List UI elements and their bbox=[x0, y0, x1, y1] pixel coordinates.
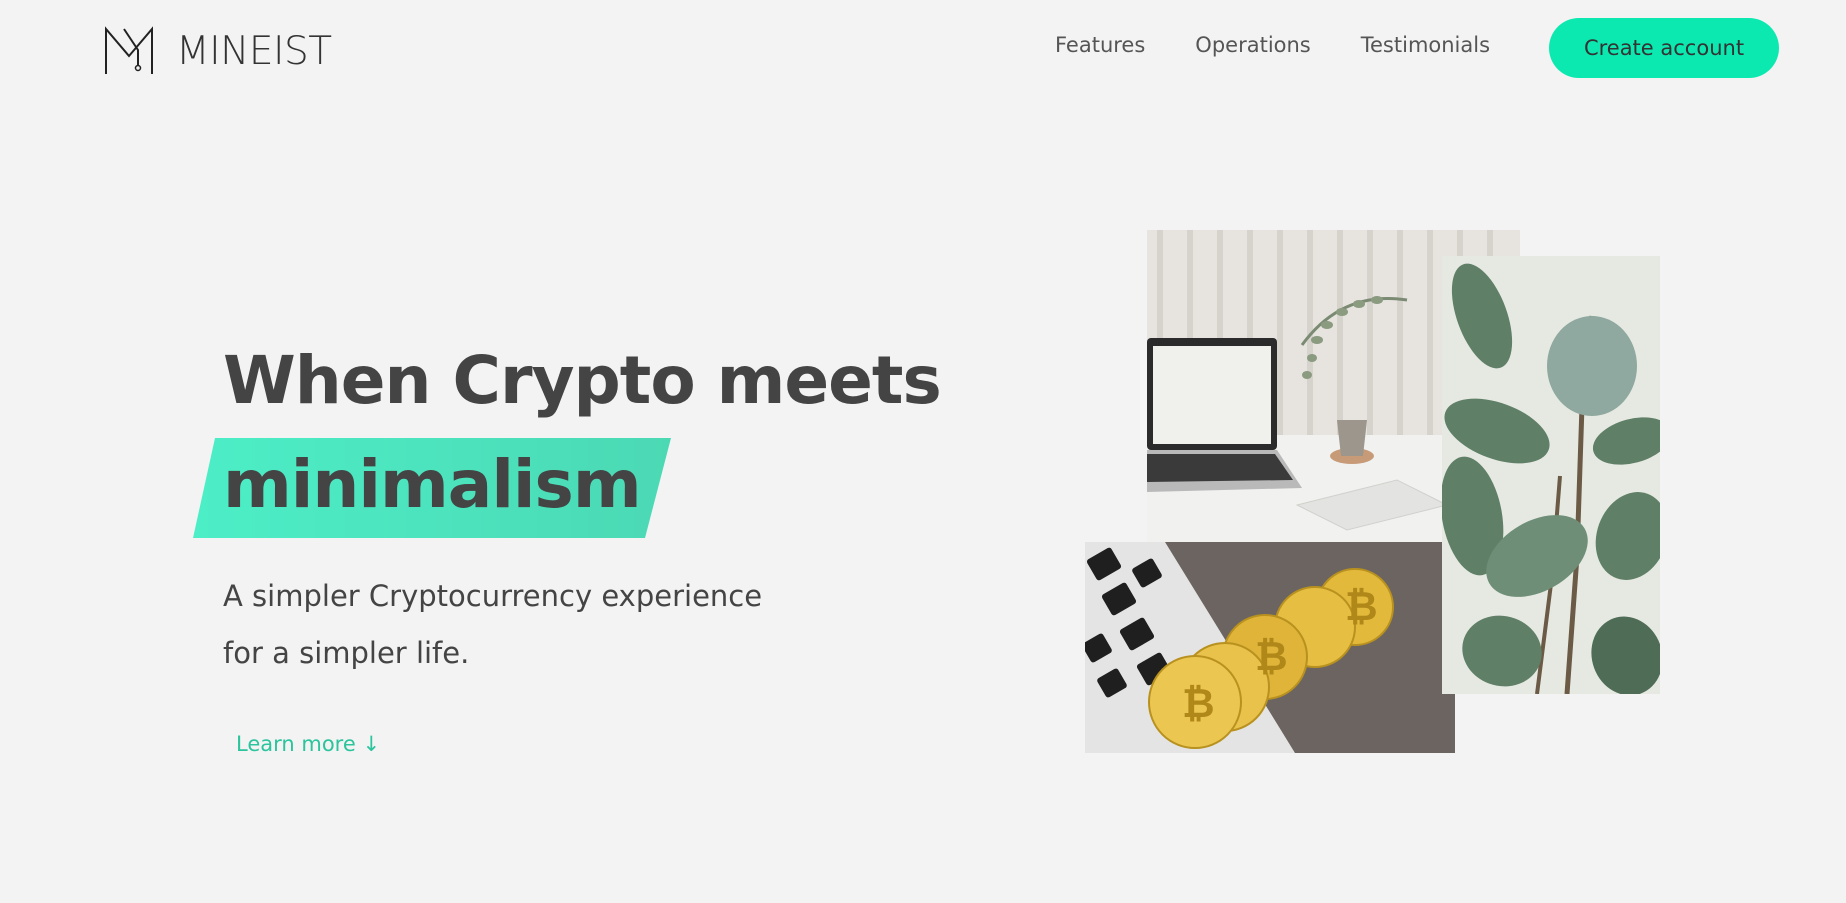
bitcoin-coins-photo: ₿ ₿ ₿ bbox=[1085, 542, 1455, 753]
svg-text:₿: ₿ bbox=[1182, 681, 1215, 727]
svg-text:₿: ₿ bbox=[1345, 584, 1378, 630]
create-account-button[interactable]: Create account bbox=[1549, 18, 1779, 78]
top-navbar: MINEIST Features Operations Testimonials… bbox=[0, 0, 1846, 96]
nav-link-testimonials[interactable]: Testimonials bbox=[1361, 33, 1490, 57]
hero-highlight: minimalism bbox=[193, 438, 671, 538]
hero-subtitle-line1: A simpler Cryptocurrency experience bbox=[223, 579, 763, 613]
svg-text:₿: ₿ bbox=[1255, 634, 1288, 680]
hero-title-highlight: minimalism bbox=[223, 446, 642, 523]
hero-subtitle-line2: for a simpler life. bbox=[223, 636, 470, 670]
nav-link-features[interactable]: Features bbox=[1055, 33, 1145, 57]
logo[interactable]: MINEIST bbox=[104, 26, 332, 76]
brand-name: MINEIST bbox=[176, 28, 332, 74]
nav-links: Features Operations Testimonials bbox=[1055, 33, 1490, 57]
nav-link-operations[interactable]: Operations bbox=[1195, 33, 1310, 57]
learn-more-link[interactable]: Learn more ↓ bbox=[236, 732, 380, 756]
m-logo-icon bbox=[104, 26, 154, 76]
hero-subtitle: A simpler Cryptocurrency experience for … bbox=[223, 568, 843, 682]
hero-title: When Crypto meets bbox=[223, 342, 942, 419]
plant-leaves-photo bbox=[1442, 256, 1660, 694]
